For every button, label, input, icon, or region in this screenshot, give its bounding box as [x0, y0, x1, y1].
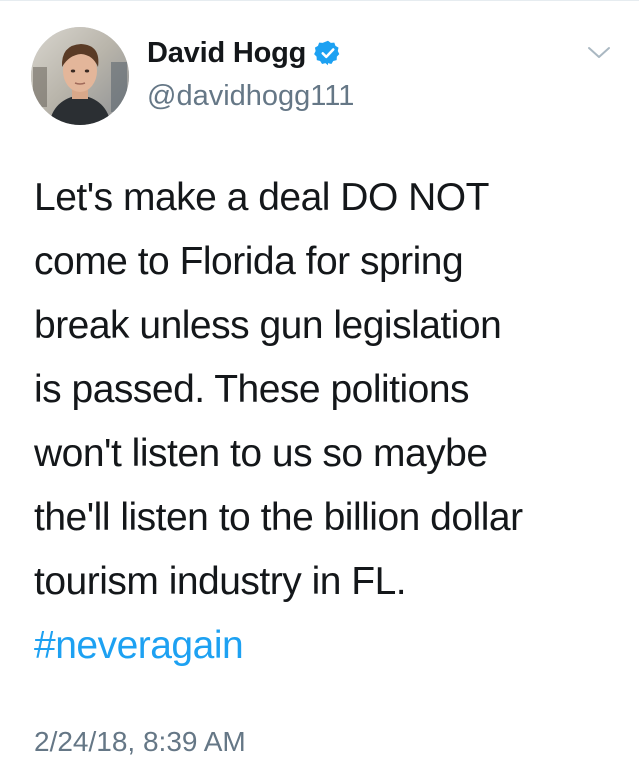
- tweet-text-line: won't listen to us so maybe: [34, 432, 488, 475]
- avatar[interactable]: [31, 27, 129, 125]
- verified-badge-icon: [314, 39, 342, 67]
- tweet-text-line: break unless gun legislation: [34, 304, 502, 347]
- tweet-text-line: come to Florida for spring: [34, 240, 464, 283]
- tweet-timestamp[interactable]: 2/24/18, 8:39 AM: [34, 726, 246, 758]
- tweet-text-line: Let's make a deal DO NOT: [34, 176, 489, 219]
- avatar-photo: [31, 27, 129, 125]
- hashtag-link[interactable]: #neveragain: [34, 614, 624, 678]
- tweet-text-line: is passed. These politions: [34, 368, 470, 411]
- tweet-text-line: the'll listen to the billion dollar: [34, 496, 523, 539]
- tweet-card: David Hogg @davidhogg111 Let's make a de…: [0, 0, 639, 780]
- author-name-row: David Hogg: [147, 36, 342, 70]
- tweet-text-line: tourism industry in FL.: [34, 560, 407, 603]
- author-handle[interactable]: @davidhogg111: [147, 80, 354, 113]
- tweet-text: Let's make a deal DO NOT come to Florida…: [34, 166, 624, 678]
- author-name[interactable]: David Hogg: [147, 37, 306, 70]
- chevron-down-icon[interactable]: [586, 44, 612, 62]
- divider: [0, 0, 639, 1]
